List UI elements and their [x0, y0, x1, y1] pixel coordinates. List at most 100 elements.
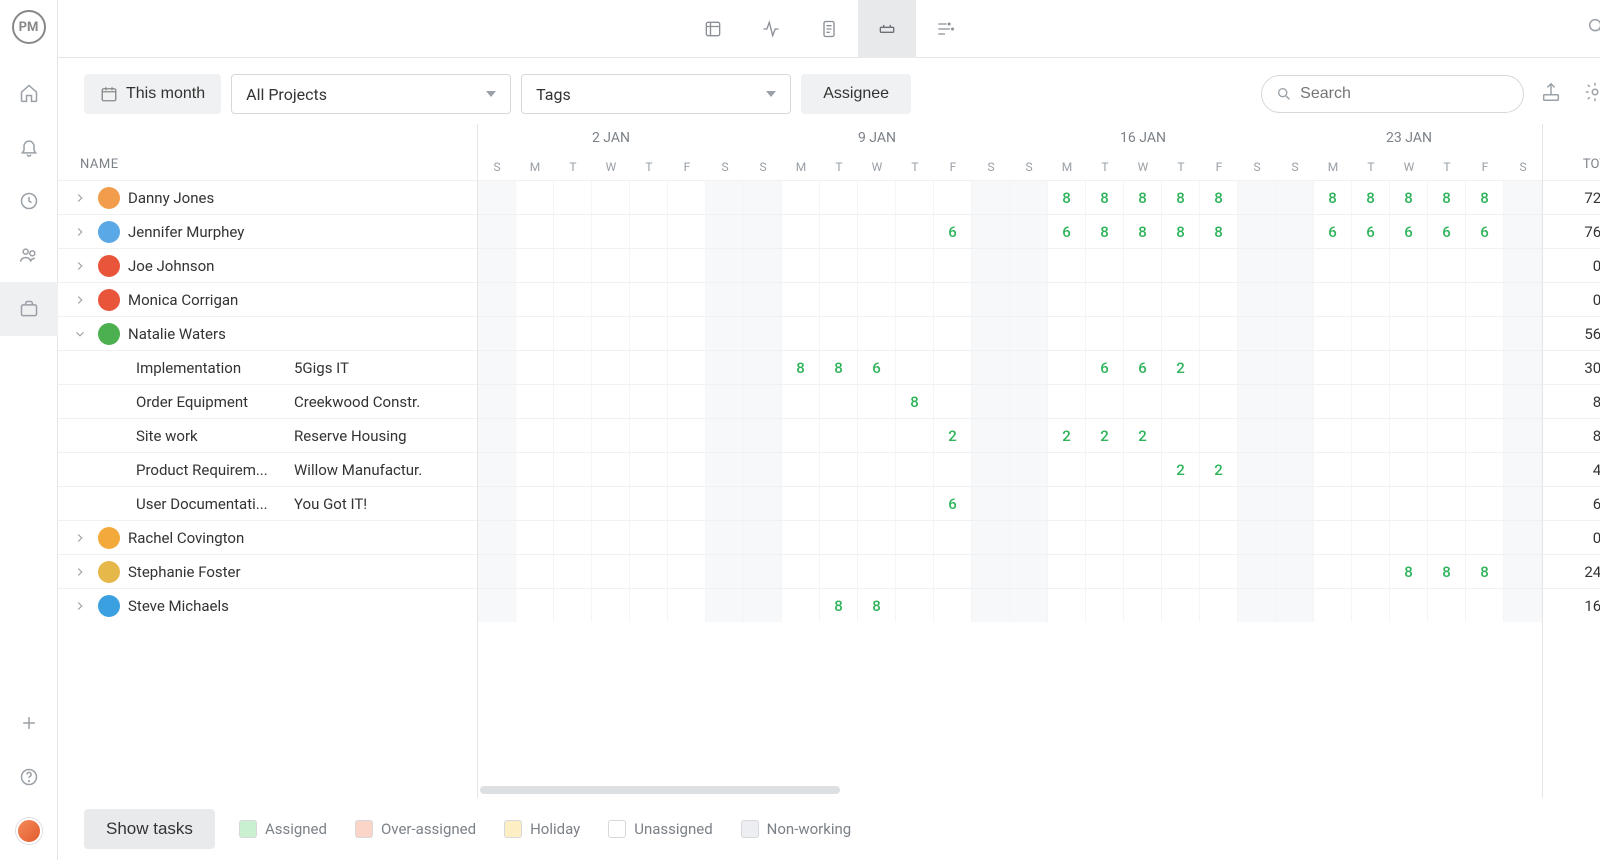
day-cell[interactable] — [1238, 215, 1276, 248]
day-cell[interactable] — [630, 487, 668, 520]
day-cell[interactable] — [1504, 215, 1542, 248]
day-cell[interactable] — [1010, 317, 1048, 350]
day-cell[interactable] — [706, 317, 744, 350]
day-cell[interactable] — [744, 453, 782, 486]
day-cell[interactable] — [744, 419, 782, 452]
day-cell[interactable] — [1162, 589, 1200, 622]
day-cell[interactable] — [1238, 589, 1276, 622]
day-cell[interactable] — [1504, 487, 1542, 520]
day-cell[interactable] — [1352, 521, 1390, 554]
day-cell[interactable] — [1314, 351, 1352, 384]
day-cell[interactable] — [668, 215, 706, 248]
day-cell[interactable] — [1010, 419, 1048, 452]
day-cell[interactable] — [706, 181, 744, 214]
tab-timeline-icon[interactable] — [916, 0, 974, 58]
day-cell[interactable] — [1048, 487, 1086, 520]
day-cell[interactable]: 8 — [1124, 181, 1162, 214]
day-cell[interactable] — [1238, 249, 1276, 282]
day-cell[interactable] — [820, 487, 858, 520]
day-cell[interactable] — [858, 215, 896, 248]
day-cell[interactable] — [1086, 521, 1124, 554]
day-cell[interactable] — [478, 317, 516, 350]
day-cell[interactable] — [554, 555, 592, 588]
day-cell[interactable] — [934, 181, 972, 214]
day-cell[interactable] — [630, 555, 668, 588]
day-cell[interactable] — [744, 487, 782, 520]
person-row[interactable]: Stephanie Foster — [58, 554, 477, 588]
day-cell[interactable] — [1276, 487, 1314, 520]
day-cell[interactable] — [744, 351, 782, 384]
day-cell[interactable] — [858, 453, 896, 486]
day-cell[interactable] — [630, 181, 668, 214]
day-cell[interactable] — [592, 317, 630, 350]
day-cell[interactable]: 8 — [1466, 181, 1504, 214]
day-cell[interactable] — [1466, 249, 1504, 282]
export-icon[interactable] — [1534, 75, 1568, 113]
day-cell[interactable] — [1352, 419, 1390, 452]
day-cell[interactable] — [668, 351, 706, 384]
day-cell[interactable] — [554, 181, 592, 214]
day-cell[interactable] — [554, 419, 592, 452]
day-cell[interactable] — [1276, 283, 1314, 316]
day-cell[interactable] — [1390, 249, 1428, 282]
day-cell[interactable] — [668, 419, 706, 452]
day-cell[interactable] — [1466, 419, 1504, 452]
nav-help-icon[interactable] — [0, 750, 58, 804]
day-cell[interactable] — [1048, 249, 1086, 282]
day-cell[interactable]: 2 — [1200, 453, 1238, 486]
day-cell[interactable] — [1314, 419, 1352, 452]
day-cell[interactable] — [1466, 487, 1504, 520]
day-cell[interactable] — [1238, 385, 1276, 418]
day-cell[interactable] — [1390, 385, 1428, 418]
day-cell[interactable] — [516, 385, 554, 418]
day-cell[interactable] — [630, 317, 668, 350]
day-cell[interactable] — [896, 589, 934, 622]
day-cell[interactable] — [592, 521, 630, 554]
day-cell[interactable] — [706, 521, 744, 554]
day-cell[interactable] — [1276, 419, 1314, 452]
day-cell[interactable] — [1238, 521, 1276, 554]
day-cell[interactable] — [630, 589, 668, 622]
day-cell[interactable] — [1238, 351, 1276, 384]
day-cell[interactable] — [1238, 419, 1276, 452]
day-cell[interactable] — [744, 385, 782, 418]
day-cell[interactable] — [1048, 317, 1086, 350]
task-row[interactable]: User Documentati...You Got IT! — [58, 486, 477, 520]
day-cell[interactable] — [972, 181, 1010, 214]
logo[interactable]: PM — [12, 10, 46, 44]
day-cell[interactable] — [706, 351, 744, 384]
day-cell[interactable] — [1048, 351, 1086, 384]
period-button[interactable]: This month — [84, 74, 221, 114]
day-cell[interactable] — [896, 317, 934, 350]
nav-add-icon[interactable] — [0, 696, 58, 750]
day-cell[interactable] — [630, 521, 668, 554]
day-cell[interactable] — [1504, 521, 1542, 554]
day-cell[interactable] — [744, 521, 782, 554]
day-cell[interactable] — [478, 521, 516, 554]
day-cell[interactable] — [706, 215, 744, 248]
day-cell[interactable] — [668, 589, 706, 622]
day-cell[interactable] — [478, 453, 516, 486]
day-cell[interactable]: 8 — [1124, 215, 1162, 248]
task-row[interactable]: Order EquipmentCreekwood Constr. — [58, 384, 477, 418]
day-cell[interactable] — [1200, 317, 1238, 350]
day-cell[interactable] — [478, 181, 516, 214]
day-cell[interactable] — [554, 385, 592, 418]
day-cell[interactable] — [782, 521, 820, 554]
day-cell[interactable] — [1238, 283, 1276, 316]
day-cell[interactable]: 6 — [1314, 215, 1352, 248]
tab-activity-icon[interactable] — [742, 0, 800, 58]
day-cell[interactable] — [1352, 283, 1390, 316]
day-cell[interactable] — [1276, 453, 1314, 486]
day-cell[interactable] — [858, 521, 896, 554]
day-cell[interactable] — [1390, 419, 1428, 452]
day-cell[interactable] — [1238, 487, 1276, 520]
day-cell[interactable]: 8 — [1314, 181, 1352, 214]
day-cell[interactable] — [1010, 283, 1048, 316]
day-cell[interactable] — [934, 453, 972, 486]
day-cell[interactable] — [1238, 317, 1276, 350]
day-cell[interactable] — [1352, 385, 1390, 418]
scroll-thumb[interactable] — [480, 786, 840, 794]
day-cell[interactable] — [478, 351, 516, 384]
day-cell[interactable] — [972, 351, 1010, 384]
